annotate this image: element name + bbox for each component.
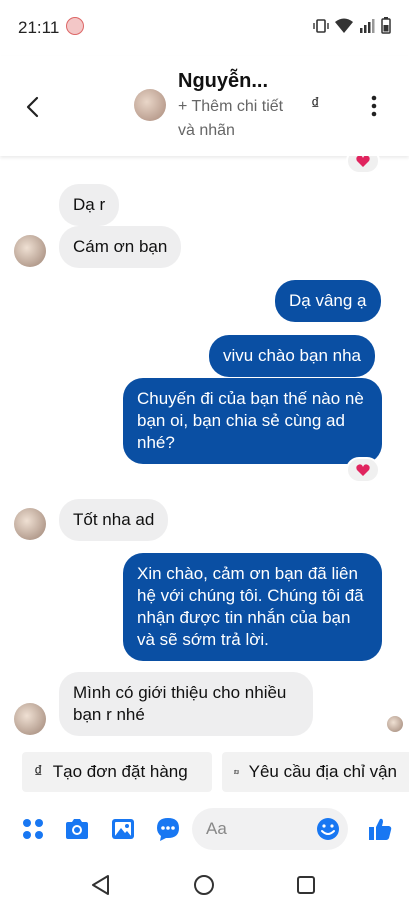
create-order-label: Tạo đơn đặt hàng — [52, 762, 188, 781]
add-details-link[interactable]: + Thêm chi tiết và nhãn — [178, 95, 288, 143]
message-incoming[interactable]: Dạ r — [59, 184, 120, 226]
apps-grid-icon[interactable] — [20, 816, 46, 842]
nav-recents-icon[interactable] — [296, 875, 316, 895]
camera-icon[interactable] — [64, 816, 90, 842]
reaction-heart[interactable] — [346, 156, 380, 174]
system-navigation-bar — [0, 860, 409, 913]
map-icon — [234, 769, 239, 775]
sender-avatar[interactable] — [14, 508, 46, 540]
emoji-icon[interactable] — [316, 817, 340, 841]
nav-home-icon[interactable] — [193, 874, 215, 896]
more-options-icon[interactable] — [365, 94, 383, 118]
sender-avatar[interactable] — [14, 235, 46, 267]
chat-bubble-icon[interactable] — [155, 816, 181, 842]
currency-icon[interactable]: ₫ — [311, 94, 320, 114]
message-outgoing[interactable]: Xin chào, cảm ơn bạn đã liên hệ với chún… — [123, 553, 382, 661]
message-outgoing[interactable]: vivu chào bạn nha — [209, 335, 375, 377]
contact-avatar[interactable] — [134, 89, 166, 121]
status-bar: 21:11 — [0, 0, 409, 56]
heart-icon — [356, 464, 370, 476]
message-composer: Aa — [0, 808, 409, 852]
back-arrow-icon[interactable] — [20, 94, 46, 120]
message-input-placeholder: Aa — [206, 819, 227, 838]
message-incoming[interactable]: Cám ơn bạn — [59, 226, 182, 268]
message-outgoing[interactable]: Chuyến đi của bạn thế nào nè bạn oi, bạn… — [123, 378, 382, 464]
notification-app-icon — [66, 17, 84, 35]
wifi-icon — [335, 18, 353, 33]
currency-icon: ₫ — [34, 762, 43, 781]
gallery-icon[interactable] — [110, 816, 136, 842]
contact-name[interactable]: Nguyễn... — [178, 70, 268, 93]
message-list[interactable]: Dạ r Cám ơn bạn Dạ vâng ạ vivu chào bạn … — [0, 156, 409, 736]
nav-back-icon[interactable] — [90, 874, 112, 896]
seen-indicator-avatar — [387, 716, 403, 732]
create-order-chip[interactable]: ₫ Tạo đơn đặt hàng — [22, 752, 212, 792]
heart-icon — [356, 156, 370, 167]
message-incoming[interactable]: Tốt nha ad — [59, 499, 169, 541]
sender-avatar[interactable] — [14, 703, 46, 735]
reaction-heart[interactable] — [346, 457, 380, 483]
request-address-chip[interactable]: Yêu cầu địa chỉ vận — [222, 752, 409, 792]
message-incoming[interactable]: Mình có giới thiệu cho nhiều bạn r nhé — [59, 672, 313, 736]
quick-replies: ₫ Tạo đơn đặt hàng Yêu cầu địa chỉ vận — [0, 752, 409, 794]
thumbs-up-icon[interactable] — [367, 816, 393, 842]
signal-icon — [360, 18, 375, 33]
vibrate-icon — [313, 18, 329, 33]
conversation-header: Nguyễn... + Thêm chi tiết và nhãn ₫ — [0, 56, 409, 156]
status-icons — [313, 17, 391, 34]
message-outgoing[interactable]: Dạ vâng ạ — [275, 280, 381, 322]
status-time: 21:11 — [18, 18, 60, 37]
battery-icon — [381, 17, 391, 34]
request-address-label: Yêu cầu địa chỉ vận — [248, 762, 397, 781]
